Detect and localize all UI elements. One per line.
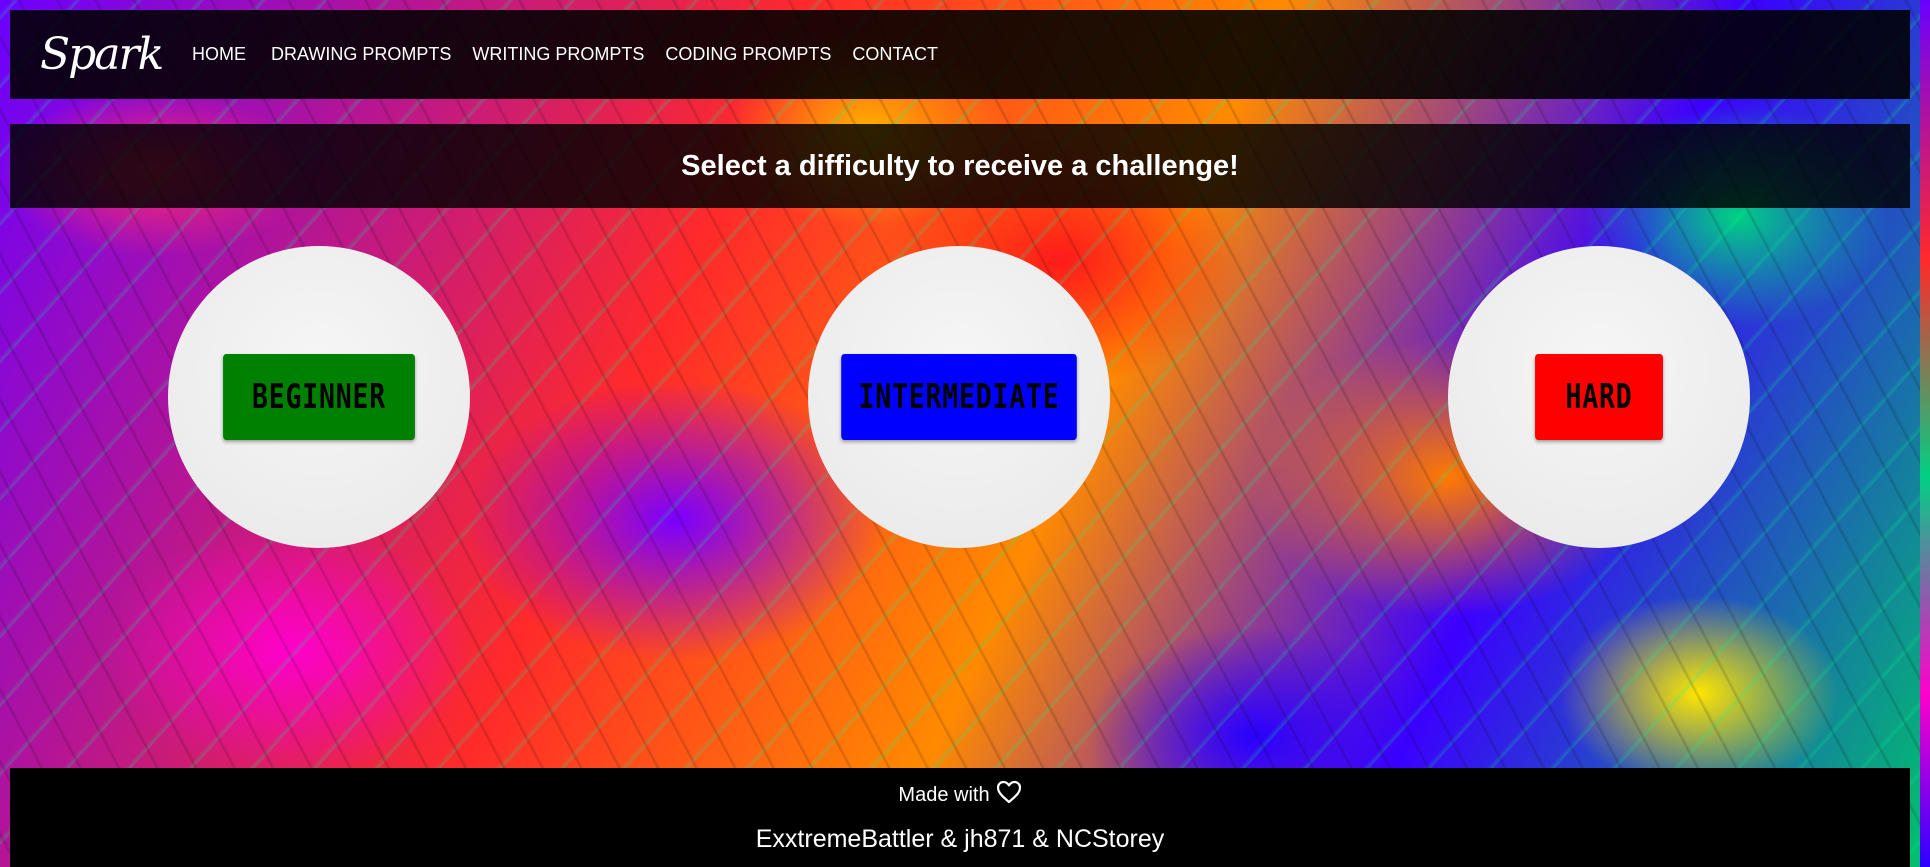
nav-coding-prompts-link[interactable]: CODING PROMPTS xyxy=(665,44,831,65)
banner-heading: Select a difficulty to receive a challen… xyxy=(681,149,1239,182)
beginner-button[interactable]: BEGINNER xyxy=(223,354,415,440)
spark-logo[interactable]: Spark xyxy=(40,10,164,99)
nav-contact-link[interactable]: CONTACT xyxy=(852,44,938,65)
instruction-banner: Select a difficulty to receive a challen… xyxy=(10,124,1910,208)
hard-circle: HARD xyxy=(1448,246,1750,548)
intermediate-button[interactable]: INTERMEDIATE xyxy=(841,354,1077,440)
authors-credit: ExxtremeBattler & jh871 & NCStorey xyxy=(755,825,1165,853)
intermediate-circle: INTERMEDIATE xyxy=(808,246,1110,548)
footer: Made with ExxtremeBattler & jh871 & NCSt… xyxy=(10,768,1910,867)
background-edge xyxy=(1920,0,1930,867)
nav-drawing-prompts-link[interactable]: DRAWING PROMPTS xyxy=(271,44,451,65)
beginner-circle: BEGINNER xyxy=(168,246,470,548)
nav-writing-prompts-link[interactable]: WRITING PROMPTS xyxy=(472,44,644,65)
nav-home-link[interactable]: HOME xyxy=(192,44,246,65)
made-with-line: Made with xyxy=(10,780,1910,807)
navbar: Spark HOME DRAWING PROMPTS WRITING PROMP… xyxy=(10,10,1910,99)
heart-icon xyxy=(996,780,1022,804)
nav-links: HOME DRAWING PROMPTS WRITING PROMPTS COD… xyxy=(192,10,959,99)
made-with-text: Made with xyxy=(898,784,990,806)
hard-button[interactable]: HARD xyxy=(1535,354,1663,440)
